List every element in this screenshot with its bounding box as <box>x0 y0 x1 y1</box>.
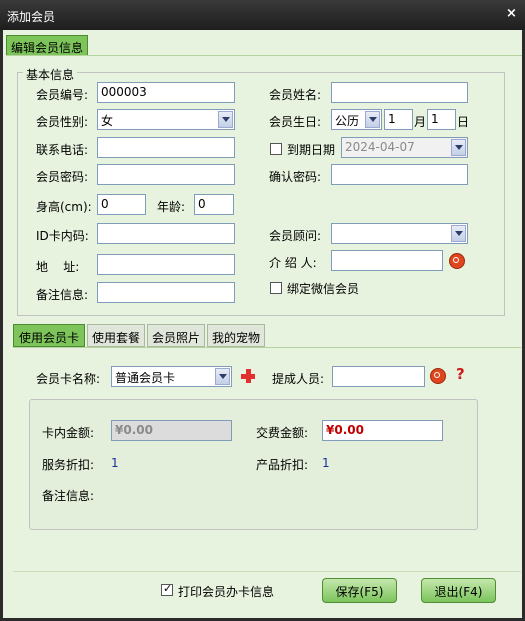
product-discount-value: 1 <box>322 456 330 470</box>
card-name-select[interactable]: 普通会员卡 <box>111 366 232 387</box>
address-label: 地 址: <box>36 260 80 274</box>
chevron-down-icon[interactable] <box>215 368 230 385</box>
tab-edit-member[interactable]: 编辑会员信息 <box>6 35 88 56</box>
calendar-select[interactable]: 公历 <box>331 109 382 130</box>
service-discount-value: 1 <box>111 456 119 470</box>
password-input[interactable] <box>97 164 235 185</box>
tab-my-pets[interactable]: 我的宠物 <box>207 324 265 347</box>
chevron-down-icon[interactable] <box>218 111 233 128</box>
referrer-input[interactable] <box>331 250 443 271</box>
month-unit: 月 <box>414 115 427 129</box>
help-icon[interactable]: ? <box>456 365 465 383</box>
advisor-select[interactable] <box>331 223 468 244</box>
card-name-value: 普通会员卡 <box>115 371 176 385</box>
wechat-label: 绑定微信会员 <box>287 282 360 296</box>
balance-field: ¥0.00 <box>111 420 232 441</box>
tab-member-photo[interactable]: 会员照片 <box>147 324 205 347</box>
gender-value: 女 <box>101 114 114 128</box>
expire-date-picker[interactable]: 2024-04-07 <box>341 137 468 158</box>
age-input[interactable]: 0 <box>194 194 234 215</box>
confirm-label: 确认密码: <box>269 170 322 184</box>
pay-input[interactable]: ¥0.00 <box>322 420 443 441</box>
tab-use-package[interactable]: 使用套餐 <box>87 324 145 347</box>
member-no-input[interactable]: 000003 <box>97 82 235 103</box>
card-name-label: 会员卡名称: <box>36 372 101 386</box>
title-bar: 添加会员 × <box>0 0 525 30</box>
advisor-label: 会员顾问: <box>269 229 322 243</box>
tab-divider <box>6 55 522 56</box>
service-discount-label: 服务折扣: <box>42 458 95 472</box>
search-icon[interactable] <box>449 253 465 269</box>
expire-checkbox[interactable] <box>270 143 282 155</box>
card-tabs: 使用会员卡 使用套餐 会员照片 我的宠物 <box>13 324 521 348</box>
commission-input[interactable] <box>332 366 425 387</box>
member-no-label: 会员编号: <box>36 88 89 102</box>
card-remark-label: 备注信息: <box>42 489 95 503</box>
search-icon[interactable] <box>430 368 446 384</box>
gender-select[interactable]: 女 <box>97 109 235 130</box>
birth-month-input[interactable]: 1 <box>384 109 413 130</box>
age-label: 年龄: <box>157 200 186 214</box>
idcard-label: ID卡内码: <box>36 229 89 243</box>
confirm-input[interactable] <box>331 164 468 185</box>
balance-label: 卡内金额: <box>42 426 95 440</box>
card-amount-panel <box>29 399 478 530</box>
save-button[interactable]: 保存(F5) <box>322 578 397 603</box>
wechat-checkbox[interactable] <box>270 282 282 294</box>
tab-use-card[interactable]: 使用会员卡 <box>13 324 85 347</box>
close-icon[interactable]: × <box>506 6 517 21</box>
birth-day-input[interactable]: 1 <box>427 109 456 130</box>
chevron-down-icon[interactable] <box>451 225 466 242</box>
phone-label: 联系电话: <box>36 143 89 157</box>
check-icon: ✓ <box>163 582 173 595</box>
product-discount-label: 产品折扣: <box>256 458 309 472</box>
calendar-value: 公历 <box>335 114 360 128</box>
height-input[interactable]: 0 <box>97 194 146 215</box>
footer-divider <box>13 571 521 572</box>
print-label: 打印会员办卡信息 <box>178 585 275 599</box>
remark-label: 备注信息: <box>36 288 89 302</box>
member-name-label: 会员姓名: <box>269 88 322 102</box>
member-name-input[interactable] <box>331 82 468 103</box>
phone-input[interactable] <box>97 137 235 158</box>
chevron-down-icon[interactable] <box>365 111 380 128</box>
exit-button[interactable]: 退出(F4) <box>421 578 496 603</box>
group-title: 基本信息 <box>23 66 78 83</box>
height-label: 身高(cm): <box>36 200 92 214</box>
expire-date-value: 2024-04-07 <box>345 140 415 154</box>
gender-label: 会员性别: <box>36 115 89 129</box>
referrer-label: 介 绍 人: <box>269 256 317 270</box>
birthday-label: 会员生日: <box>269 115 322 129</box>
remark-input[interactable] <box>97 282 235 303</box>
password-label: 会员密码: <box>36 170 89 184</box>
pay-label: 交费金额: <box>256 426 309 440</box>
chevron-down-icon[interactable] <box>451 139 466 156</box>
day-unit: 日 <box>457 115 470 129</box>
commission-label: 提成人员: <box>272 372 325 386</box>
window-title: 添加会员 <box>7 10 56 24</box>
tab-divider <box>13 347 521 348</box>
expire-label: 到期日期 <box>287 143 336 157</box>
idcard-input[interactable] <box>97 223 235 244</box>
address-input[interactable] <box>97 254 235 275</box>
add-icon[interactable] <box>240 368 256 384</box>
